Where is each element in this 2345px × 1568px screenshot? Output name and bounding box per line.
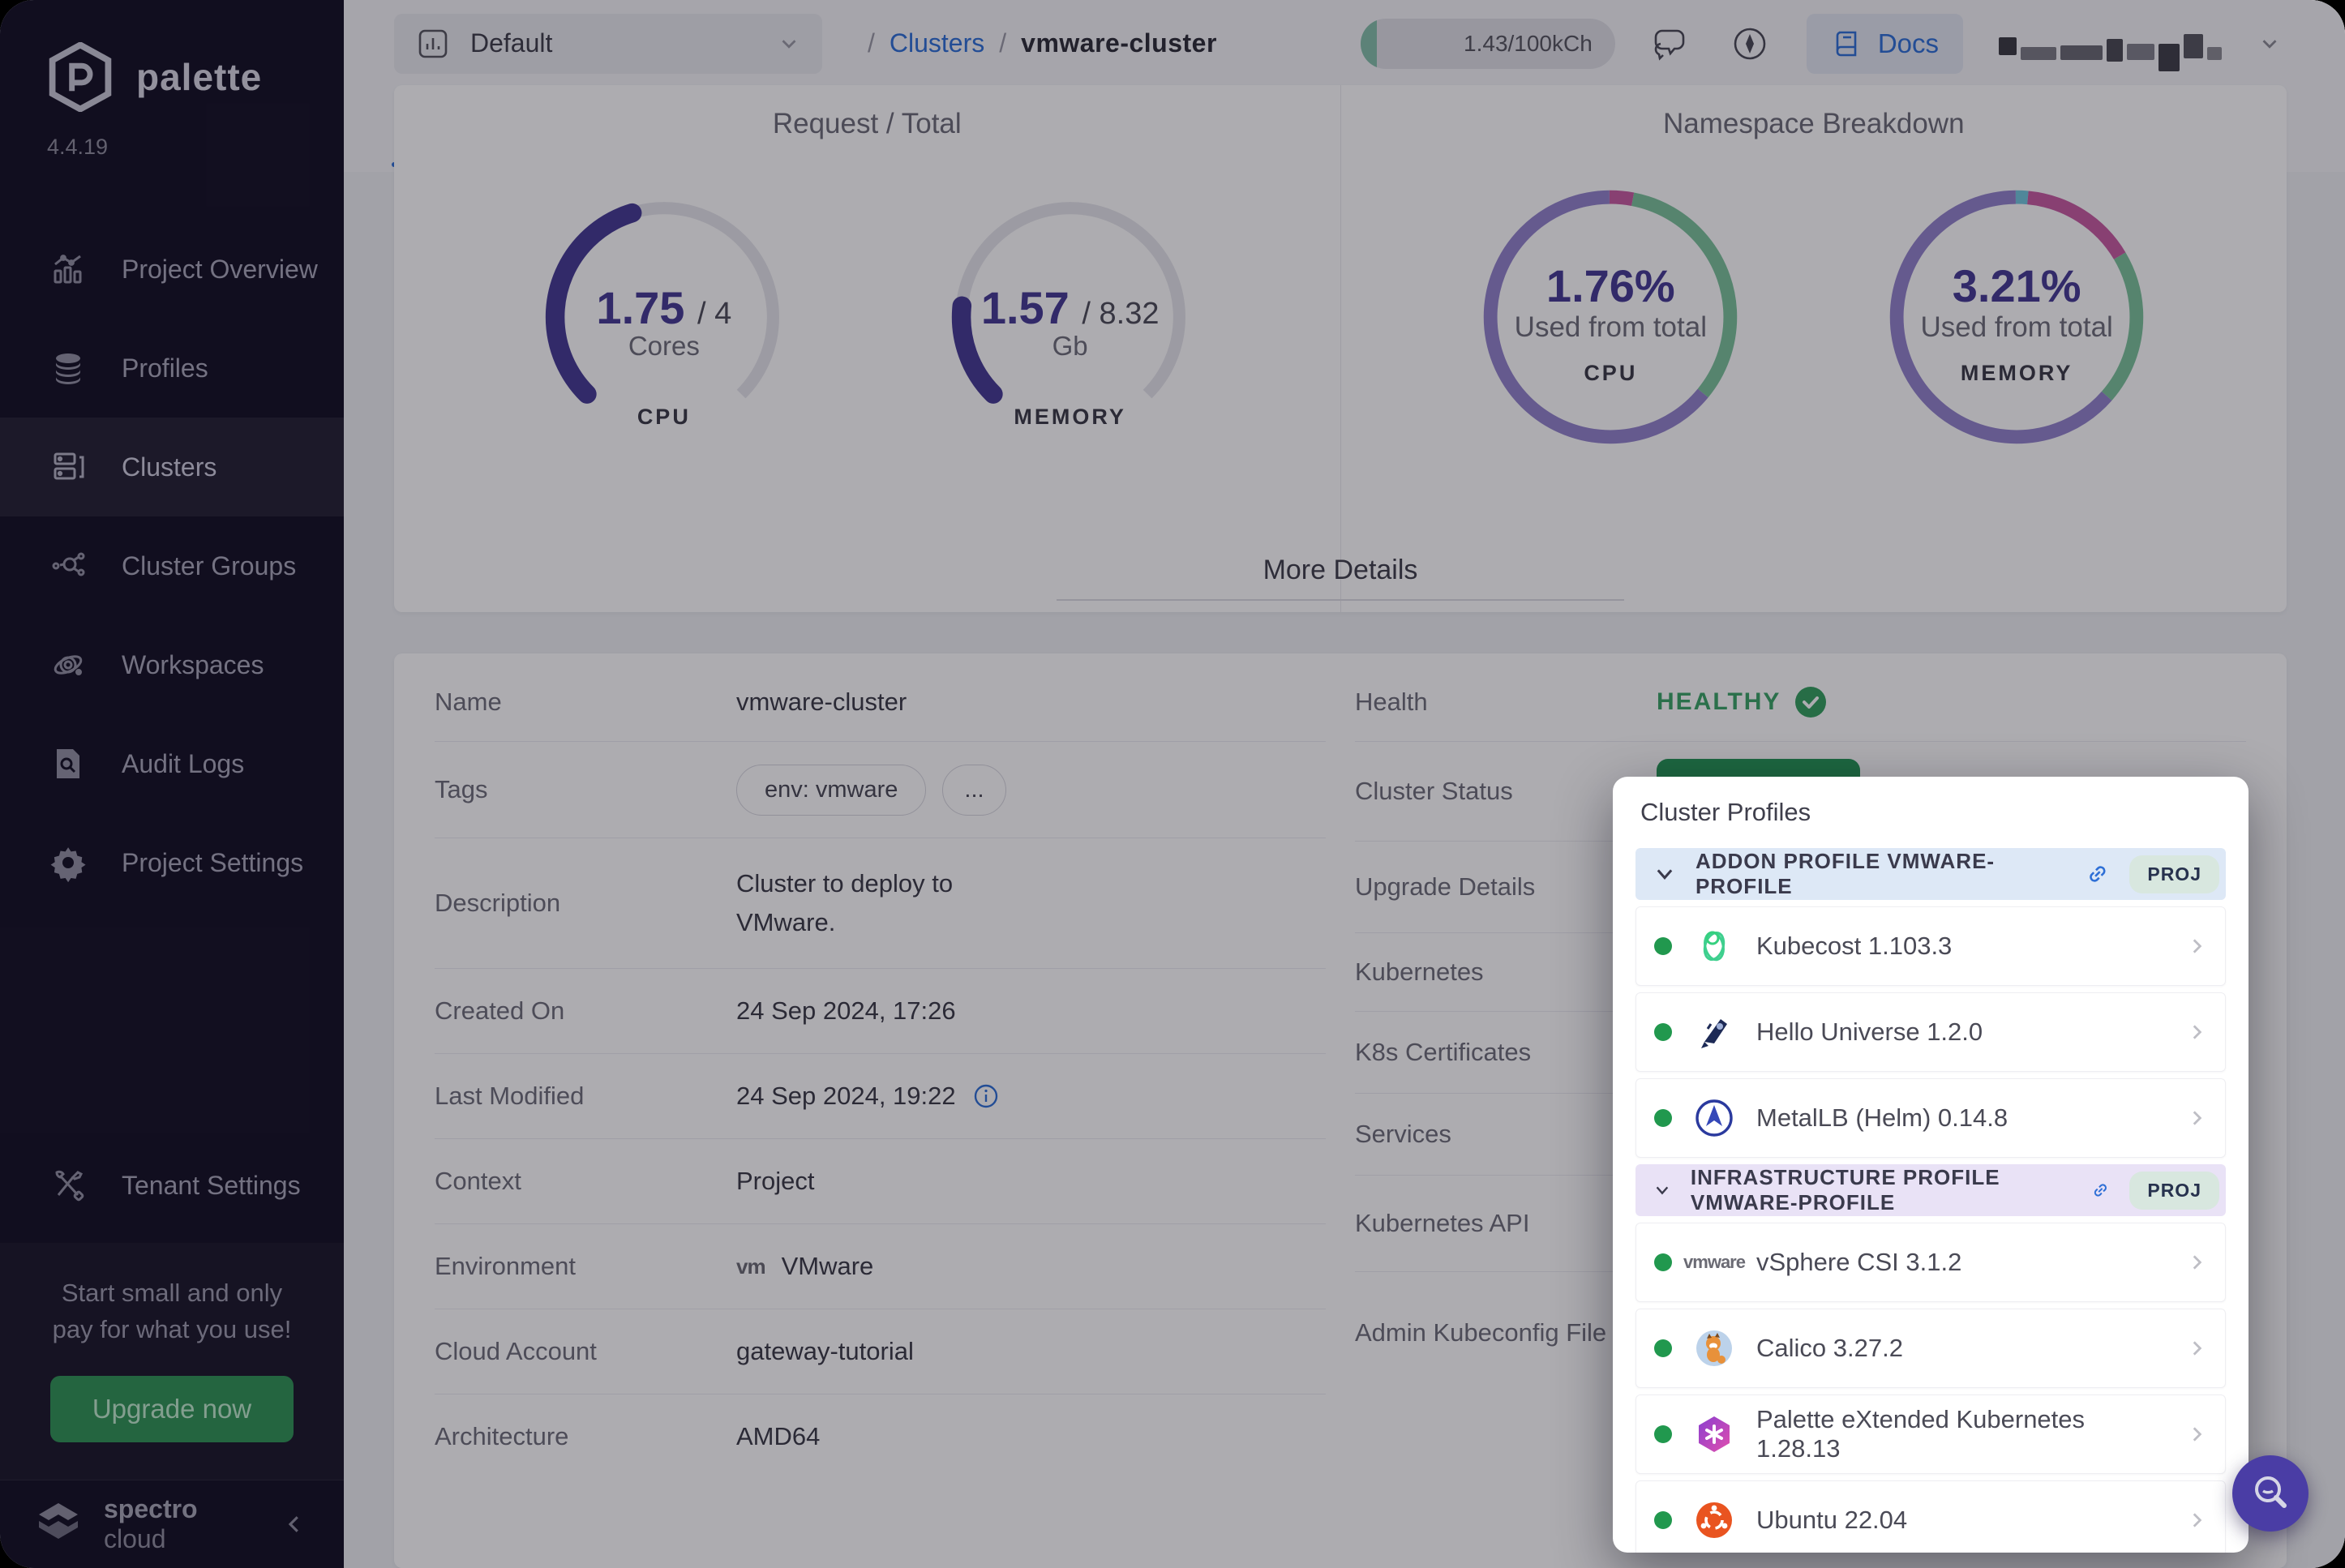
proj-scope-badge: PROJ [2129, 1172, 2219, 1210]
link-icon[interactable] [2085, 860, 2111, 888]
chevron-right-icon [2186, 1338, 2207, 1359]
pack-status-dot [1654, 1253, 1672, 1271]
infrastructure-profile-header[interactable]: INFRASTRUCTURE PROFILE VMWARE-PROFILE PR… [1635, 1164, 2226, 1216]
addon-profile-header[interactable]: ADDON PROFILE VMWARE-PROFILE PROJ [1635, 848, 2226, 900]
profile-pack-kubecost[interactable]: Kubecost 1.103.3 [1635, 906, 2226, 986]
chevron-right-icon [2186, 1424, 2207, 1445]
pack-status-dot [1654, 1511, 1672, 1529]
ubuntu-icon [1693, 1499, 1735, 1541]
chevron-right-icon [2186, 1252, 2207, 1273]
pack-name: MetalLB (Helm) 0.14.8 [1756, 1103, 2165, 1133]
palette-pxk-icon [1693, 1413, 1735, 1455]
addon-profile-label: ADDON PROFILE VMWARE-PROFILE [1696, 849, 2065, 899]
chevron-down-icon [1653, 1178, 1671, 1202]
hello-universe-icon [1693, 1011, 1735, 1053]
profile-pack-vsphere-csi[interactable]: vmware vSphere CSI 3.1.2 [1635, 1223, 2226, 1302]
pack-status-dot [1654, 1109, 1672, 1127]
pack-name: Kubecost 1.103.3 [1756, 932, 2165, 961]
magnifier-smile-icon [2249, 1472, 2292, 1515]
profile-pack-calico[interactable]: Calico 3.27.2 [1635, 1309, 2226, 1388]
chevron-right-icon [2186, 1510, 2207, 1531]
pack-status-dot [1654, 937, 1672, 955]
pack-name: Ubuntu 22.04 [1756, 1506, 2165, 1535]
profile-pack-hello-universe[interactable]: Hello Universe 1.2.0 [1635, 992, 2226, 1072]
profile-pack-metallb[interactable]: MetalLB (Helm) 0.14.8 [1635, 1078, 2226, 1158]
pack-status-dot [1654, 1023, 1672, 1041]
chevron-right-icon [2186, 1022, 2207, 1043]
kubecost-icon [1693, 925, 1735, 967]
pack-status-dot [1654, 1339, 1672, 1357]
chevron-down-icon [1653, 862, 1676, 886]
infrastructure-profile-label: INFRASTRUCTURE PROFILE VMWARE-PROFILE [1691, 1165, 2071, 1215]
chevron-right-icon [2186, 936, 2207, 957]
link-icon[interactable] [2090, 1176, 2111, 1204]
support-search-button[interactable] [2232, 1455, 2309, 1532]
proj-scope-badge: PROJ [2129, 855, 2219, 893]
pack-name: Palette eXtended Kubernetes 1.28.13 [1756, 1405, 2165, 1463]
pack-name: vSphere CSI 3.1.2 [1756, 1248, 2165, 1277]
vmware-icon: vmware [1693, 1241, 1735, 1283]
metallb-icon [1693, 1097, 1735, 1139]
profile-pack-ubuntu[interactable]: Ubuntu 22.04 [1635, 1480, 2226, 1553]
profile-pack-palette-extended-kubernetes[interactable]: Palette eXtended Kubernetes 1.28.13 [1635, 1394, 2226, 1474]
cluster-profiles-title: Cluster Profiles [1640, 798, 2226, 827]
chevron-right-icon [2186, 1107, 2207, 1129]
cluster-profiles-panel: Cluster Profiles ADDON PROFILE VMWARE-PR… [1613, 777, 2249, 1553]
pack-name: Calico 3.27.2 [1756, 1334, 2165, 1363]
app-window: palette 4.4.19 Project Overview Profiles [0, 0, 2345, 1568]
pack-name: Hello Universe 1.2.0 [1756, 1017, 2165, 1047]
pack-status-dot [1654, 1425, 1672, 1443]
calico-icon [1693, 1327, 1735, 1369]
